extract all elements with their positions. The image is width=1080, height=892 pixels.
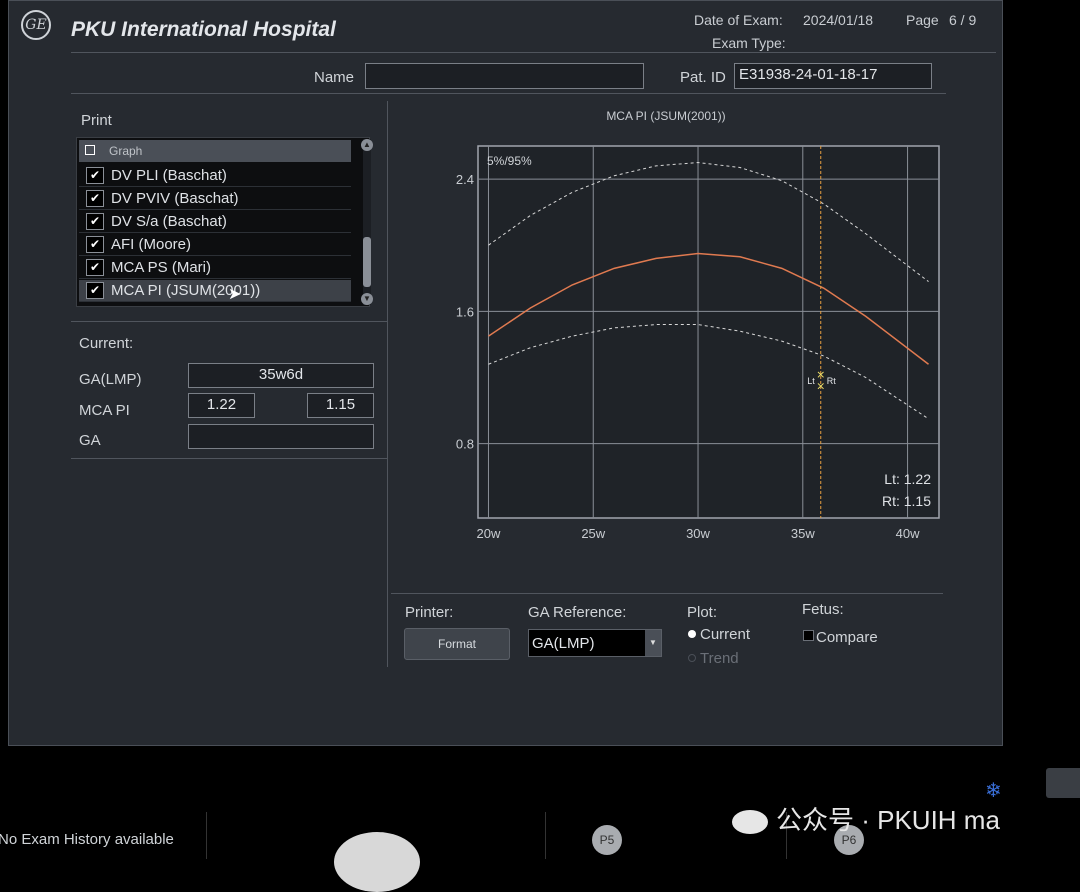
x-tick-label: 20w (477, 526, 501, 541)
lt-readout: Lt: 1.22 (884, 471, 931, 487)
compare-checkbox[interactable] (803, 630, 814, 641)
footer-divider (545, 812, 546, 859)
ga-reference-select[interactable]: GA(LMP) ▼ (528, 629, 662, 657)
measurement-marker: × (816, 380, 825, 393)
p5-button[interactable]: P5 (592, 825, 622, 855)
y-tick-label: 1.6 (456, 304, 474, 319)
plot-current-radio[interactable] (688, 630, 696, 638)
plot-trend-label[interactable]: Trend (700, 650, 739, 667)
percentile-label: 5%/95% (487, 154, 532, 168)
rt-readout: Rt: 1.15 (882, 493, 931, 509)
plot-current-label[interactable]: Current (700, 626, 750, 643)
marker-label: Lt (807, 376, 815, 386)
x-tick-label: 35w (791, 526, 815, 541)
watermark-text: 公众号 · PKUIH ma (776, 805, 1000, 835)
printer-label: Printer: (405, 604, 454, 621)
ga-reference-label: GA Reference: (528, 604, 627, 621)
y-tick-label: 2.4 (456, 172, 474, 187)
plot-label: Plot: (687, 604, 718, 621)
plot-trend-radio[interactable] (688, 654, 696, 662)
x-tick-label: 25w (581, 526, 605, 541)
ga-reference-value: GA(LMP) (532, 635, 595, 652)
x-tick-label: 40w (896, 526, 920, 541)
marker-label: Rt (827, 376, 836, 386)
chevron-down-icon[interactable]: ▼ (645, 630, 661, 656)
footer-divider (206, 812, 207, 859)
fetus-label: Fetus: (802, 601, 844, 618)
plot-area (477, 145, 940, 519)
compare-label[interactable]: Compare (816, 629, 878, 646)
x-tick-label: 30w (686, 526, 710, 541)
y-tick-label: 0.8 (456, 437, 474, 452)
watermark: 公众号 · PKUIH ma (732, 800, 1000, 837)
exam-history-status: No Exam History available (0, 831, 174, 848)
mca-pi-chart: MCA PI (JSUM(2001)) 20w 25w 30w 35w 40w 0.8 1.… (456, 109, 940, 541)
format-button[interactable]: Format (404, 628, 510, 660)
trackball-icon[interactable] (334, 832, 420, 892)
chart-title: MCA PI (JSUM(2001)) (606, 109, 725, 123)
side-tab[interactable] (1046, 768, 1080, 798)
wechat-icon (732, 810, 768, 835)
